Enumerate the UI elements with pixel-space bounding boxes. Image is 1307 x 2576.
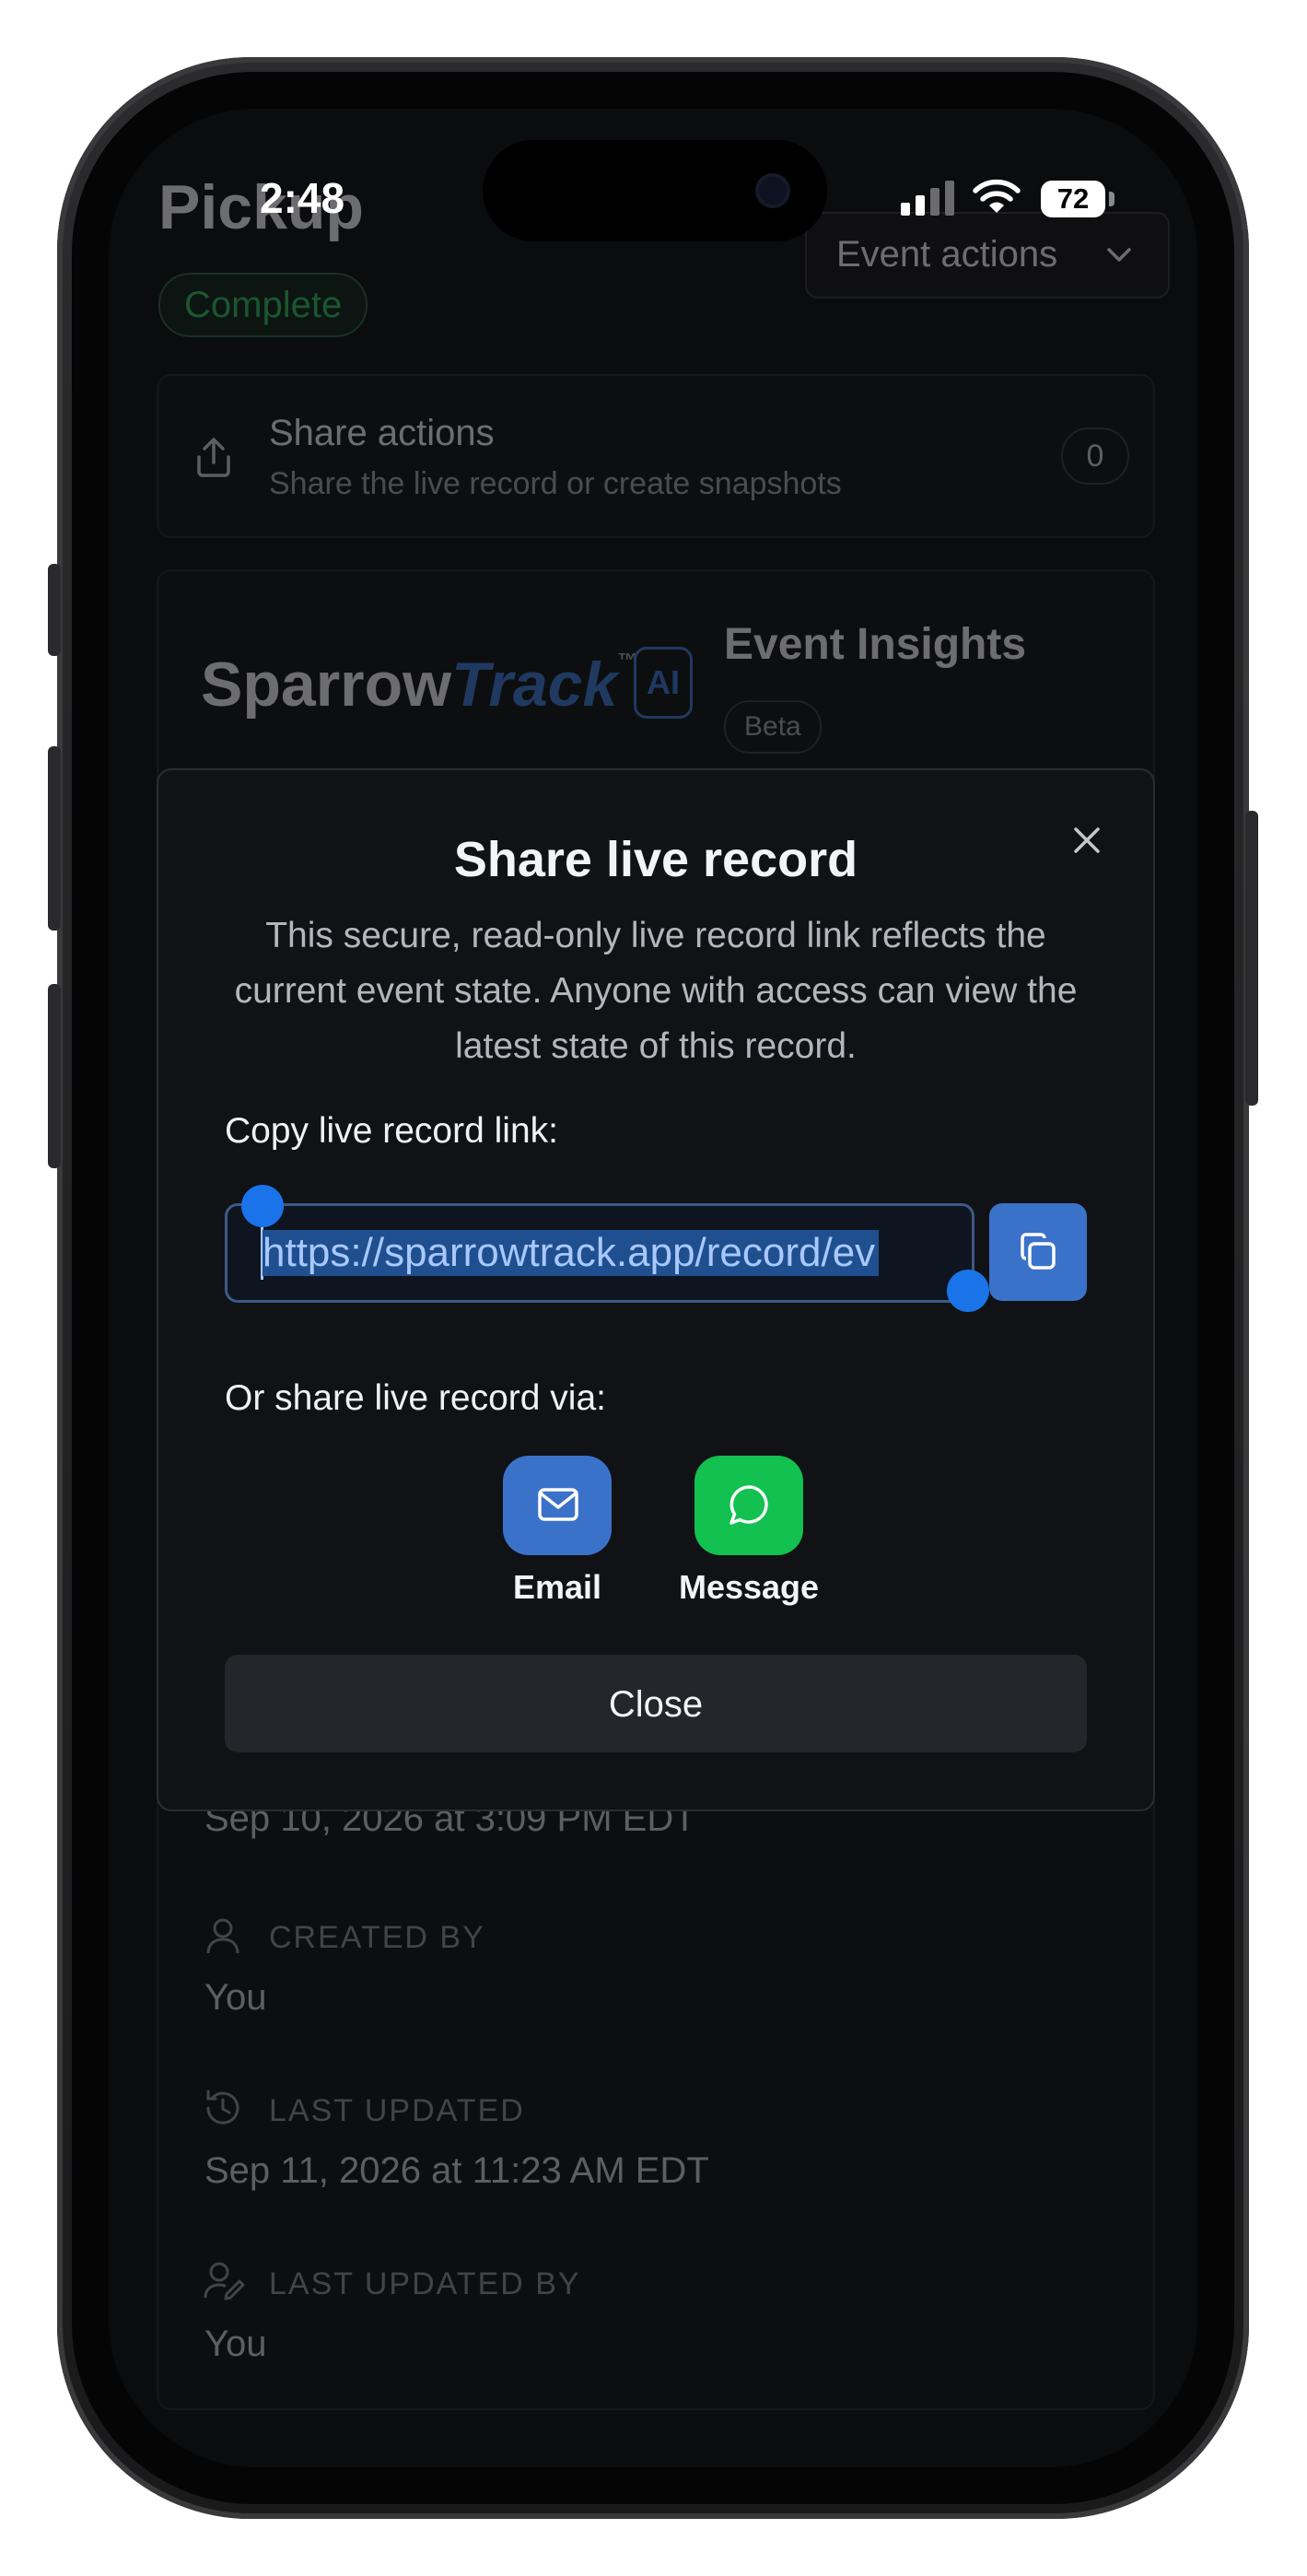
share-actions-subtitle: Share the live record or create snapshot… <box>269 466 842 501</box>
dialog-description: This secure, read-only live record link … <box>234 916 1078 1066</box>
event-insights-title: Event Insights <box>724 620 1027 669</box>
volume-up-button <box>48 746 61 931</box>
selection-start-handle[interactable] <box>241 1185 284 1227</box>
dialog-title: Share live record <box>453 832 858 887</box>
message-bubble-icon <box>729 1485 768 1525</box>
beta-badge: Beta <box>724 700 822 754</box>
selection-end-handle[interactable] <box>947 1270 989 1312</box>
email-label: Email <box>512 1568 602 1606</box>
share-actions-card[interactable]: Share actions Share the live record or c… <box>157 374 1155 538</box>
last-updated-by-value: You <box>204 2324 267 2364</box>
wifi-icon <box>973 179 1021 213</box>
share-actions-count: 0 <box>1061 427 1129 485</box>
battery-indicator: 72 <box>1041 181 1105 217</box>
email-share-button[interactable] <box>503 1456 612 1555</box>
share-live-record-dialog: Share live record This secure, read-only… <box>157 768 1155 1811</box>
share-via-label: Or share live record via: <box>225 1378 606 1418</box>
last-updated-value: Sep 11, 2026 at 11:23 AM EDT <box>204 2150 709 2191</box>
sparrowtrack-logo: SparrowTrack™ <box>201 649 638 720</box>
ai-badge: AI <box>634 647 693 719</box>
chevron-down-icon <box>1107 248 1131 262</box>
share-actions-title: Share actions <box>269 413 495 453</box>
event-actions-label: Event actions <box>836 234 1058 275</box>
battery-tip <box>1109 192 1114 206</box>
volume-down-button <box>48 984 61 1168</box>
live-record-link-input[interactable]: https://sparrowtrack.app/record/ev <box>225 1203 974 1303</box>
status-badge: Complete <box>158 273 368 337</box>
created-by-value: You <box>204 1977 267 2018</box>
last-updated-label: LAST UPDATED <box>269 2093 525 2128</box>
created-by-label: CREATED BY <box>269 1920 485 1955</box>
event-actions-button[interactable]: Event actions <box>805 212 1170 299</box>
copy-icon <box>1021 1233 1056 1270</box>
copy-link-label: Copy live record link: <box>225 1111 558 1151</box>
message-label: Message <box>678 1568 820 1606</box>
last-updated-by-label: LAST UPDATED BY <box>269 2266 581 2301</box>
power-button <box>1245 811 1258 1106</box>
close-button[interactable]: Close <box>225 1655 1087 1752</box>
dynamic-island <box>483 140 827 241</box>
share-icon <box>197 438 230 477</box>
message-share-button[interactable] <box>694 1456 803 1555</box>
action-button <box>48 564 61 656</box>
front-camera <box>755 173 790 208</box>
status-time: 2:48 <box>260 174 345 222</box>
user-icon <box>206 1918 239 1954</box>
copy-link-button[interactable] <box>989 1203 1087 1301</box>
user-edit-icon <box>204 2262 245 2301</box>
live-record-link-text[interactable]: https://sparrowtrack.app/record/ev <box>263 1230 880 1276</box>
history-icon <box>206 2090 239 2125</box>
signal-icon <box>901 181 954 216</box>
mail-icon <box>538 1488 578 1521</box>
